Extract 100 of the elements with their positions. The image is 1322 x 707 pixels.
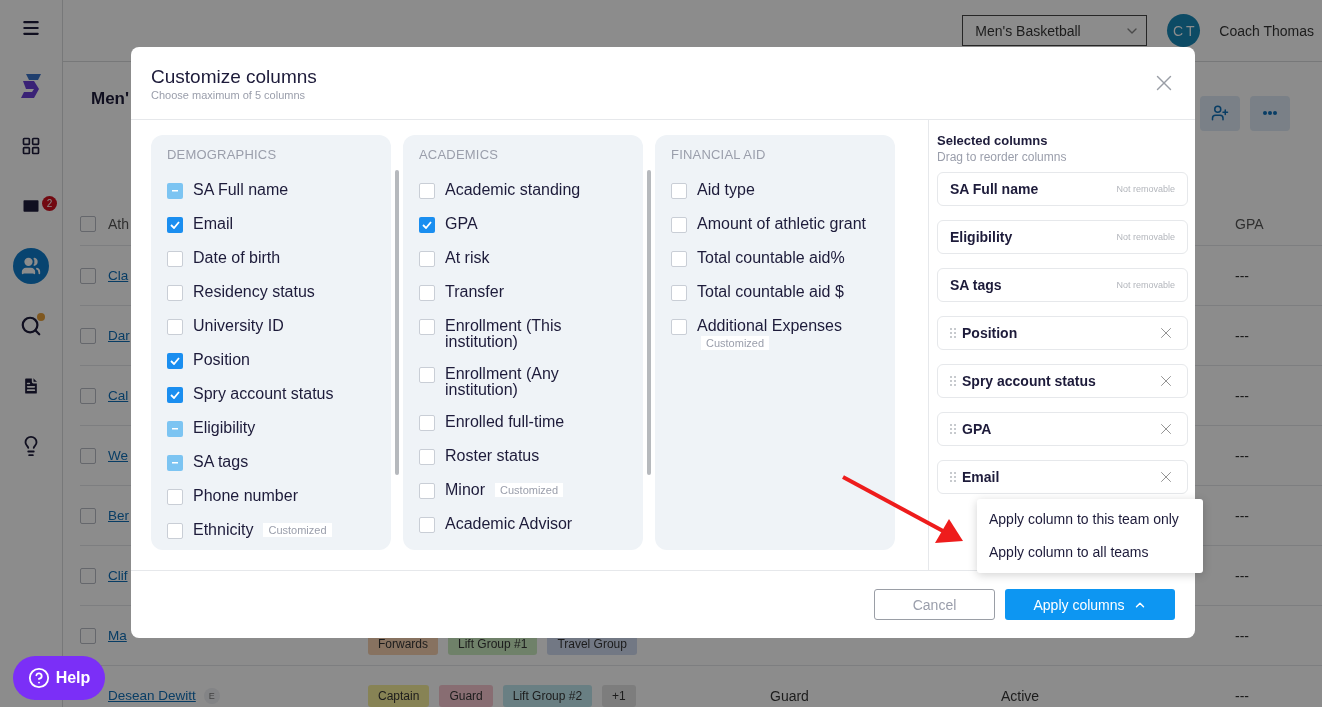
checkbox[interactable] [167, 353, 183, 369]
table-cell-text: --- [1235, 387, 1250, 404]
checkbox[interactable] [167, 319, 183, 335]
selected-column[interactable]: SA tags Not removable [937, 268, 1188, 302]
selected-column[interactable]: Position [937, 316, 1188, 350]
drag-handle-icon[interactable] [950, 472, 956, 482]
row-checkbox[interactable] [80, 567, 96, 584]
menu-item[interactable]: Apply column to all teams [977, 536, 1203, 569]
scrollbar[interactable] [395, 170, 399, 475]
row-checkbox[interactable] [80, 447, 96, 464]
column-option[interactable]: Position [193, 352, 250, 368]
checkbox[interactable] [167, 421, 183, 437]
minus-icon [172, 190, 178, 192]
checkbox[interactable] [419, 319, 435, 335]
column-option[interactable]: Academic standing [445, 182, 581, 198]
column-option[interactable]: Email [193, 216, 233, 232]
row-checkbox[interactable] [80, 627, 96, 644]
search-icon [20, 315, 42, 337]
checkbox[interactable] [167, 183, 183, 199]
table-cell-text: --- [1235, 327, 1250, 344]
column-option[interactable]: Roster status [445, 448, 540, 464]
customized-badge: Customized [495, 483, 564, 497]
checkbox[interactable] [671, 319, 687, 335]
logo-icon [20, 73, 42, 99]
column-option[interactable]: Academic Advisor [445, 516, 573, 532]
column-option[interactable]: Eligibility [193, 420, 256, 436]
tag: Captain [368, 685, 430, 707]
selected-column[interactable]: GPA [937, 412, 1188, 446]
selected-column[interactable]: Email [937, 460, 1188, 494]
checkbox[interactable] [419, 449, 435, 465]
tag: +1 [602, 685, 636, 707]
checkbox[interactable] [419, 217, 435, 233]
checkbox[interactable] [167, 455, 183, 471]
check-icon [422, 221, 432, 229]
column-option[interactable]: Amount of athletic grant [697, 216, 866, 232]
page-title: Men' [91, 89, 130, 109]
row-checkbox[interactable] [80, 387, 96, 404]
column-option[interactable]: Enrollment (This institution) [445, 318, 615, 350]
checkbox[interactable] [419, 517, 435, 533]
checkbox[interactable] [671, 217, 687, 233]
add-athlete-button[interactable] [1200, 95, 1240, 131]
column-option[interactable]: At risk [445, 250, 490, 266]
more-button[interactable] [1250, 95, 1290, 131]
row-checkbox[interactable] [80, 507, 96, 524]
column-option[interactable]: University ID [193, 318, 284, 334]
checkbox[interactable] [671, 285, 687, 301]
row-checkbox[interactable] [80, 267, 96, 284]
checkbox[interactable] [671, 183, 687, 199]
column-option[interactable]: Phone number [193, 488, 298, 504]
sidebar-item[interactable] [13, 248, 49, 284]
column-option[interactable]: SA tags [193, 454, 249, 470]
column-option[interactable]: Total countable aid% [697, 250, 845, 266]
team-select[interactable]: Men's Basketball [962, 15, 1148, 46]
column-option[interactable]: Additional Expenses [697, 318, 842, 334]
scrollbar[interactable] [647, 170, 651, 475]
column-option[interactable]: Ethnicity [193, 522, 254, 538]
column-name: SA Full name [950, 181, 1040, 197]
drag-handle-icon[interactable] [950, 424, 956, 434]
column-option[interactable]: Total countable aid $ [697, 284, 844, 300]
checkbox[interactable] [167, 251, 183, 267]
column-option[interactable]: Enrollment (Any institution) [445, 366, 615, 398]
column-option[interactable]: Minor [445, 482, 485, 498]
checkbox[interactable] [419, 251, 435, 267]
not-removable-note: Not removable [1116, 184, 1175, 194]
checkbox[interactable] [167, 387, 183, 403]
selected-column[interactable]: Spry account status [937, 364, 1188, 398]
selected-column[interactable]: Eligibility Not removable [937, 220, 1188, 254]
checkbox[interactable] [419, 183, 435, 199]
checkbox[interactable] [419, 367, 435, 383]
checkbox[interactable] [671, 251, 687, 267]
check-icon [170, 357, 180, 365]
column-name: Eligibility [950, 229, 1014, 245]
column-name: Email [962, 469, 1001, 485]
help-button[interactable]: Help [13, 656, 105, 700]
drag-handle-icon[interactable] [950, 328, 956, 338]
column-option[interactable]: SA Full name [193, 182, 289, 198]
checkbox[interactable] [167, 217, 183, 233]
column-option[interactable]: Transfer [445, 284, 504, 300]
column-header[interactable]: GPA [1235, 215, 1322, 232]
category-title: DEMOGRAPHICS [167, 147, 278, 162]
menu-item[interactable]: Apply column to this team only [977, 503, 1203, 536]
selected-column[interactable]: SA Full name Not removable [937, 172, 1188, 206]
column-option[interactable]: Residency status [193, 284, 315, 300]
column-option[interactable]: Aid type [697, 182, 755, 198]
checkbox[interactable] [167, 523, 183, 539]
checkbox[interactable] [419, 415, 435, 431]
column-option[interactable]: Enrolled full-time [445, 414, 565, 430]
checkbox[interactable] [167, 285, 183, 301]
column-option[interactable]: Date of birth [193, 250, 281, 266]
panel-title: Selected columns [937, 133, 1049, 148]
column-option[interactable]: GPA [445, 216, 478, 232]
checkbox[interactable] [419, 483, 435, 499]
row-checkbox[interactable] [80, 327, 96, 344]
column-option[interactable]: Spry account status [193, 386, 334, 402]
checkbox[interactable] [419, 285, 435, 301]
drag-handle-icon[interactable] [950, 376, 956, 386]
checkbox[interactable] [167, 489, 183, 505]
row-checkbox[interactable] [80, 215, 96, 232]
grid-icon [21, 136, 41, 156]
category-title: ACADEMICS [419, 147, 500, 162]
